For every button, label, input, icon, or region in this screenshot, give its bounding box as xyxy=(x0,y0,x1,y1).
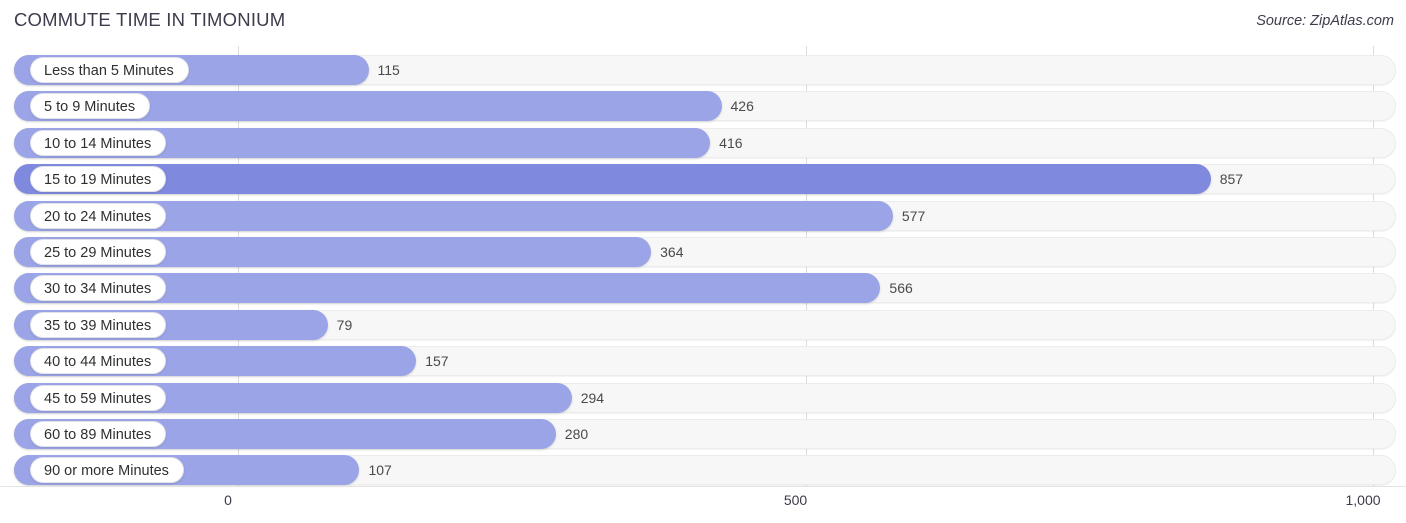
bar-category-label: 60 to 89 Minutes xyxy=(30,421,167,447)
bar-row[interactable]: 15 to 19 Minutes 857 xyxy=(14,164,1396,195)
bar-row[interactable]: 20 to 24 Minutes 577 xyxy=(14,200,1396,231)
bar-category-label: 15 to 19 Minutes xyxy=(30,166,167,193)
page-title: COMMUTE TIME IN TIMONIUM xyxy=(14,9,286,30)
axis-tick-label: 500 xyxy=(783,492,808,508)
bar-row[interactable]: 10 to 14 Minutes 416 xyxy=(14,127,1396,158)
bar[interactable] xyxy=(14,164,1211,195)
bar-value-label: 426 xyxy=(730,98,754,115)
bar-row[interactable]: 90 or more Minutes 107 xyxy=(14,455,1396,486)
bar-category-label: 20 to 24 Minutes xyxy=(30,202,167,229)
axis-tick-label: 0 xyxy=(224,492,232,508)
bar-row[interactable]: 45 to 59 Minutes 294 xyxy=(14,382,1396,413)
bar-category-label: 10 to 14 Minutes xyxy=(30,129,167,156)
bar-row[interactable]: 40 to 44 Minutes 157 xyxy=(14,346,1396,377)
bar-category-label: Less than 5 Minutes xyxy=(30,57,189,83)
bar-value-label: 364 xyxy=(660,244,684,260)
bar-value-label: 577 xyxy=(901,207,926,224)
bar-value-label: 857 xyxy=(1219,171,1244,188)
axis-tick-label: 1,000 xyxy=(1345,492,1381,508)
bar-value-label: 294 xyxy=(580,389,605,406)
bar-category-label: 90 or more Minutes xyxy=(30,457,184,484)
bar-row[interactable]: 5 to 9 Minutes 426 xyxy=(14,91,1396,122)
bar-category-label: 5 to 9 Minutes xyxy=(30,93,151,120)
bar-category-label: 40 to 44 Minutes xyxy=(30,348,167,375)
x-axis: 0 500 1,000 xyxy=(0,486,1406,523)
bar-category-label: 25 to 29 Minutes xyxy=(30,239,167,265)
chart-header: COMMUTE TIME IN TIMONIUM Source: ZipAtla… xyxy=(0,0,1406,44)
bar-category-label: 35 to 39 Minutes xyxy=(30,311,167,338)
bar-value-label: 79 xyxy=(336,316,353,333)
bar-value-label: 566 xyxy=(889,280,913,297)
bar-value-label: 280 xyxy=(564,426,589,442)
bar-category-label: 45 to 59 Minutes xyxy=(30,384,167,411)
bar-value-label: 115 xyxy=(377,62,400,78)
bar-value-label: 157 xyxy=(425,353,449,370)
bar-row[interactable]: 25 to 29 Minutes 364 xyxy=(14,237,1396,267)
bar-row[interactable]: 35 to 39 Minutes 79 xyxy=(14,309,1396,340)
bar-row[interactable]: Less than 5 Minutes 115 xyxy=(14,55,1396,85)
source-attribution: Source: ZipAtlas.com xyxy=(1256,13,1394,29)
bar-value-label: 107 xyxy=(368,462,392,479)
bar-value-label: 416 xyxy=(719,134,743,151)
bar-row[interactable]: 30 to 34 Minutes 566 xyxy=(14,273,1396,304)
bar-category-label: 30 to 34 Minutes xyxy=(30,275,167,302)
bar-row[interactable]: 60 to 89 Minutes 280 xyxy=(14,419,1396,449)
chart-plot-area: Less than 5 Minutes 115 5 to 9 Minutes 426 1… xyxy=(0,46,1406,486)
